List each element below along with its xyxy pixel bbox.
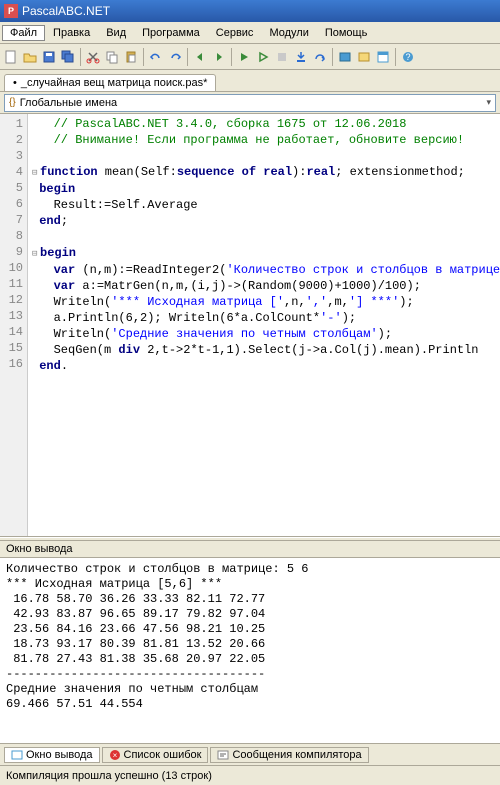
svg-text:×: ×	[112, 751, 117, 760]
separator	[395, 48, 396, 66]
app-icon: P	[4, 4, 18, 18]
new-project-icon[interactable]	[336, 48, 354, 66]
open-file-icon[interactable]	[21, 48, 39, 66]
svg-text:?: ?	[405, 52, 410, 62]
menu-view[interactable]: Вид	[98, 25, 134, 41]
code-editor[interactable]: 12345678910111213141516 // PascalABC.NET…	[0, 114, 500, 537]
tab-dirty-dot: •	[13, 77, 17, 89]
errors-icon: ×	[109, 749, 121, 761]
separator	[231, 48, 232, 66]
copy-icon[interactable]	[103, 48, 121, 66]
tab-label: _случайная вещ матрица поиск.pas*	[21, 77, 208, 89]
menu-edit[interactable]: Правка	[45, 25, 98, 41]
menu-program[interactable]: Программа	[134, 25, 208, 41]
save-icon[interactable]	[40, 48, 58, 66]
menu-help[interactable]: Помощь	[317, 25, 376, 41]
code-content[interactable]: // PascalABC.NET 3.4.0, сборка 1675 от 1…	[28, 114, 500, 536]
output-area[interactable]: Количество строк и столбцов в матрице: 5…	[0, 558, 500, 743]
tabbar: • _случайная вещ матрица поиск.pas*	[0, 70, 500, 92]
titlebar: P PascalABC.NET	[0, 0, 500, 22]
output-title: Окно вывода	[0, 541, 500, 558]
scope-dropdown[interactable]: {} Глобальные имена	[4, 94, 496, 112]
help-icon[interactable]: ?	[399, 48, 417, 66]
new-file-icon[interactable]	[2, 48, 20, 66]
separator	[80, 48, 81, 66]
tab-compiler-label: Сообщения компилятора	[232, 749, 361, 761]
run-icon[interactable]	[235, 48, 253, 66]
separator	[332, 48, 333, 66]
tab-output-label: Окно вывода	[26, 749, 93, 761]
step-over-icon[interactable]	[311, 48, 329, 66]
cut-icon[interactable]	[84, 48, 102, 66]
menu-file[interactable]: Файл	[2, 25, 45, 41]
toolbar: ?	[0, 44, 500, 70]
scope-dropdown-label: Глобальные имена	[20, 97, 118, 109]
stop-icon[interactable]	[273, 48, 291, 66]
output-icon	[11, 749, 23, 761]
menu-service[interactable]: Сервис	[208, 25, 262, 41]
statusbar: Компиляция прошла успешно (13 строк)	[0, 765, 500, 785]
compiler-icon	[217, 749, 229, 761]
bottom-tabs: Окно вывода × Список ошибок Сообщения ко…	[0, 743, 500, 765]
forward-icon[interactable]	[210, 48, 228, 66]
separator	[143, 48, 144, 66]
menu-modules[interactable]: Модули	[261, 25, 316, 41]
tab-compiler[interactable]: Сообщения компилятора	[210, 747, 368, 763]
status-text: Компиляция прошла успешно (13 строк)	[6, 770, 212, 782]
braces-icon: {}	[9, 97, 16, 108]
redo-icon[interactable]	[166, 48, 184, 66]
menubar: Файл Правка Вид Программа Сервис Модули …	[0, 22, 500, 44]
separator	[187, 48, 188, 66]
file-tab[interactable]: • _случайная вещ матрица поиск.pas*	[4, 74, 216, 91]
line-gutter: 12345678910111213141516	[0, 114, 28, 536]
undo-icon[interactable]	[147, 48, 165, 66]
back-icon[interactable]	[191, 48, 209, 66]
step-into-icon[interactable]	[292, 48, 310, 66]
open-project-icon[interactable]	[355, 48, 373, 66]
tab-errors[interactable]: × Список ошибок	[102, 747, 209, 763]
app-title: PascalABC.NET	[22, 4, 110, 18]
view-form-icon[interactable]	[374, 48, 392, 66]
tab-errors-label: Список ошибок	[124, 749, 202, 761]
paste-icon[interactable]	[122, 48, 140, 66]
run-no-debug-icon[interactable]	[254, 48, 272, 66]
save-all-icon[interactable]	[59, 48, 77, 66]
scope-dropdown-bar: {} Глобальные имена	[0, 92, 500, 114]
tab-output[interactable]: Окно вывода	[4, 747, 100, 763]
